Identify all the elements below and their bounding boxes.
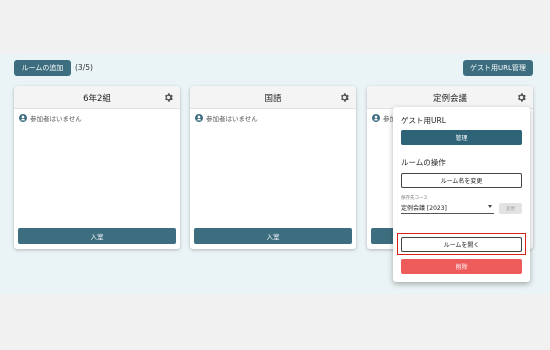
room-settings-menu: ゲスト用URL 管理 ルームの操作 ルーム名を変更 保存先コース 定例会議 [2… (393, 107, 530, 282)
save-course-label: 保存先コース (401, 196, 428, 201)
guest-url-manage-button[interactable]: ゲスト用URL管理 (463, 60, 533, 76)
manage-button[interactable]: 管理 (401, 130, 522, 145)
caret-down-icon (488, 205, 492, 208)
guest-url-heading: ゲスト用URL (401, 116, 446, 125)
room-title: 6年2組 (83, 94, 111, 104)
gear-icon[interactable] (339, 92, 350, 103)
participants-status: 参加者はいません (19, 113, 82, 123)
room-card: 国語 参加者はいません 入室 (190, 86, 356, 249)
enter-button[interactable]: 入室 (194, 228, 352, 244)
room-title: 国語 (264, 94, 282, 104)
room-ops-heading: ルームの操作 (401, 158, 446, 167)
person-icon (19, 114, 27, 122)
delete-room-button[interactable]: 削除 (401, 259, 522, 274)
room-title: 定例会議 (432, 94, 467, 104)
open-room-button[interactable]: ルームを開く (401, 237, 522, 252)
course-select-value: 定例会議 [2023] (401, 205, 447, 212)
room-count: (3/5) (75, 63, 93, 72)
enter-button[interactable]: 入室 (18, 228, 176, 244)
rename-room-button[interactable]: ルーム名を変更 (401, 173, 522, 188)
room-card-header: 国語 (190, 86, 356, 109)
person-icon (372, 114, 380, 122)
participants-text: 参加者はいません (30, 115, 82, 123)
participants-status: 参加者はいません (195, 113, 258, 123)
room-card: 6年2組 参加者はいません 入室 (14, 86, 180, 249)
gear-icon[interactable] (163, 92, 174, 103)
add-room-button[interactable]: ルームの追加 (14, 60, 71, 76)
room-card-header: 定例会議 (367, 86, 533, 109)
room-card-header: 6年2組 (14, 86, 180, 109)
gear-icon[interactable] (516, 92, 527, 103)
participants-text: 参加者はいません (206, 115, 258, 123)
course-select[interactable]: 定例会議 [2023] (401, 202, 494, 214)
change-course-button[interactable]: 変更 (499, 203, 522, 214)
person-icon (195, 114, 203, 122)
